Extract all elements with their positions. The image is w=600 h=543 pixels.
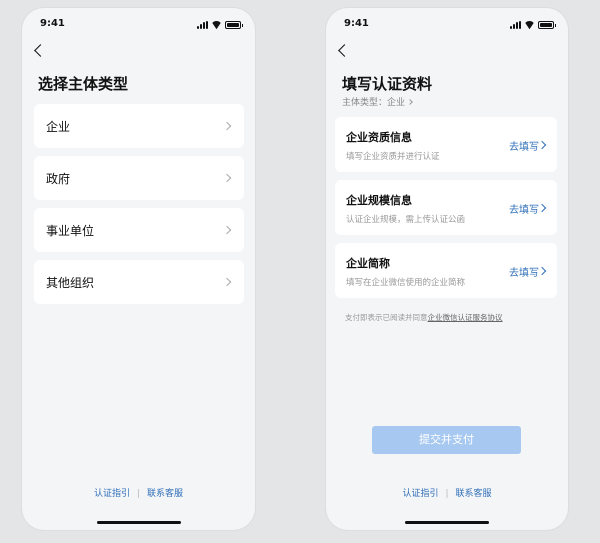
fill-in-link[interactable]: 去填写 bbox=[509, 201, 539, 216]
guide-link[interactable]: 认证指引 bbox=[402, 489, 438, 499]
status-time: 9:41 bbox=[40, 18, 65, 29]
footer-links: 认证指引 | 联系客服 bbox=[326, 486, 568, 499]
back-arrow-icon[interactable] bbox=[34, 44, 47, 57]
status-bar: 9:41 bbox=[326, 18, 568, 32]
support-link[interactable]: 联系客服 bbox=[456, 489, 492, 499]
type-option-label: 政府 bbox=[46, 172, 71, 186]
fill-in-link[interactable]: 去填写 bbox=[509, 138, 539, 153]
battery-icon bbox=[538, 21, 556, 29]
type-option-enterprise[interactable]: 企业 bbox=[34, 104, 244, 148]
wifi-icon bbox=[211, 21, 222, 29]
guide-link[interactable]: 认证指引 bbox=[94, 489, 130, 499]
type-option-institution[interactable]: 事业单位 bbox=[34, 208, 244, 252]
agreement-link[interactable]: 企业微信认证服务协议 bbox=[428, 313, 503, 322]
subject-type-value: 企业 bbox=[387, 98, 406, 108]
status-bar: 9:41 bbox=[22, 18, 255, 32]
page-title: 选择主体类型 bbox=[38, 75, 129, 93]
status-icons bbox=[510, 20, 556, 30]
page-title: 填写认证资料 bbox=[342, 75, 433, 93]
footer-links: 认证指引 | 联系客服 bbox=[22, 486, 255, 499]
card-description: 填写在企业微信使用的企业简称 bbox=[346, 278, 466, 288]
card-description: 认证企业规模，需上传认证公函 bbox=[346, 215, 466, 225]
status-time: 9:41 bbox=[344, 18, 369, 29]
card-title: 企业资质信息 bbox=[346, 131, 412, 144]
chevron-right-icon bbox=[537, 140, 547, 150]
phone-left-screen: 9:41 选择主体类型 企业 政府 事业单位 其他组织 认证指引 | 联系客服 bbox=[22, 8, 255, 530]
signal-icon bbox=[510, 21, 521, 29]
card-description: 填写企业资质并进行认证 bbox=[346, 152, 440, 162]
chevron-right-icon bbox=[537, 266, 547, 276]
card-title: 企业规模信息 bbox=[346, 194, 412, 207]
subject-type-breadcrumb[interactable]: 主体类型：企业 bbox=[342, 95, 413, 108]
phone-right-screen: 9:41 填写认证资料 主体类型：企业 企业资质信息 填写企业资质并进行认证 去… bbox=[326, 8, 568, 530]
card-title: 企业简称 bbox=[346, 257, 390, 270]
footer-separator: | bbox=[445, 489, 449, 499]
type-option-government[interactable]: 政府 bbox=[34, 156, 244, 200]
battery-icon bbox=[225, 21, 243, 29]
agreement-notice: 支付即表示已阅读并同意企业微信认证服务协议 bbox=[345, 312, 503, 323]
subject-type-label: 主体类型： bbox=[342, 98, 388, 108]
fill-in-link[interactable]: 去填写 bbox=[509, 264, 539, 279]
support-link[interactable]: 联系客服 bbox=[147, 489, 183, 499]
status-icons bbox=[197, 20, 243, 30]
type-option-label: 企业 bbox=[46, 120, 71, 134]
chevron-right-icon bbox=[222, 121, 232, 131]
type-option-label: 其他组织 bbox=[46, 276, 95, 290]
card-scale-info[interactable]: 企业规模信息 认证企业规模，需上传认证公函 去填写 bbox=[335, 180, 557, 235]
type-option-label: 事业单位 bbox=[46, 224, 95, 238]
chevron-right-icon bbox=[537, 203, 547, 213]
home-indicator[interactable] bbox=[405, 521, 489, 524]
chevron-right-icon bbox=[407, 99, 413, 105]
agreement-text: 支付即表示已阅读并同意 bbox=[345, 313, 428, 322]
back-arrow-icon[interactable] bbox=[338, 44, 351, 57]
footer-separator: | bbox=[136, 489, 141, 499]
card-qualification-info[interactable]: 企业资质信息 填写企业资质并进行认证 去填写 bbox=[335, 117, 557, 172]
type-option-other[interactable]: 其他组织 bbox=[34, 260, 244, 304]
submit-and-pay-button[interactable]: 提交并支付 bbox=[372, 426, 521, 454]
chevron-right-icon bbox=[222, 173, 232, 183]
card-short-name[interactable]: 企业简称 填写在企业微信使用的企业简称 去填写 bbox=[335, 243, 557, 298]
chevron-right-icon bbox=[222, 225, 232, 235]
wifi-icon bbox=[524, 21, 535, 29]
signal-icon bbox=[197, 21, 208, 29]
home-indicator[interactable] bbox=[96, 521, 181, 524]
chevron-right-icon bbox=[222, 277, 232, 287]
